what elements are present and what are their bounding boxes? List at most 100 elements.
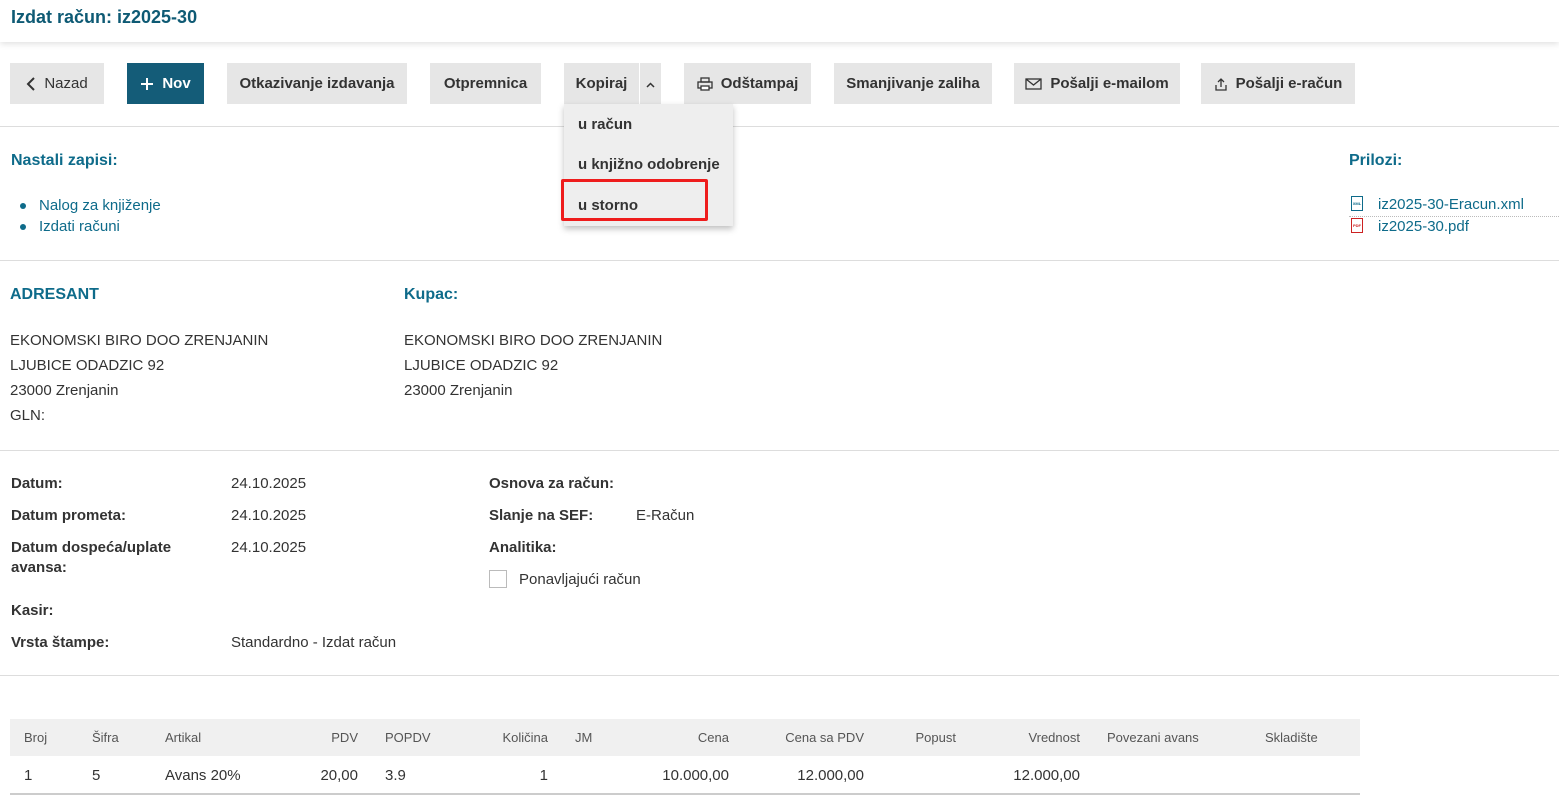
due-date-label: Datum dospeća/uplate — [11, 539, 172, 556]
buyer-city: 23000 Zrenjanin — [404, 382, 513, 399]
column-header: Popust — [915, 730, 956, 745]
records-list: Nalog za knjiženje Izdati računi — [20, 196, 161, 238]
cashier-label: Kasir: — [11, 602, 54, 619]
list-item: Izdati računi — [20, 217, 161, 238]
buyer-address: EKONOMSKI BIRO DOO ZRENJANIN LJUBICE ODA… — [404, 328, 662, 403]
print-type-value: Standardno - Izdat račun — [231, 634, 397, 651]
record-link-issued-invoices[interactable]: Izdati računi — [39, 218, 120, 235]
send-einvoice-button[interactable]: Pošalji e-račun — [1201, 63, 1355, 104]
attachment-link-xml[interactable]: iz2025-30-Eracun.xml — [1378, 196, 1524, 213]
printer-icon — [697, 76, 713, 91]
column-header: Cena sa PDV — [785, 730, 864, 745]
copy-button-label: Kopiraj — [575, 75, 628, 92]
cancel-issue-label: Otkazivanje izdavanja — [239, 75, 395, 92]
column-header: Artikal — [165, 730, 202, 745]
xml-file-icon: XML — [1351, 196, 1363, 211]
print-button-label: Odštampaj — [720, 75, 799, 92]
buyer-name: EKONOMSKI BIRO DOO ZRENJANIN — [404, 332, 663, 349]
reduce-stock-button[interactable]: Smanjivanje zaliha — [834, 63, 992, 104]
upload-icon — [1214, 77, 1228, 91]
highlight-box — [561, 179, 708, 221]
attachment-row: PDF iz2025-30.pdf — [1349, 217, 1559, 239]
column-header: Cena — [697, 730, 729, 745]
divider — [0, 675, 1559, 676]
column-header: Vrednost — [1028, 730, 1080, 745]
sender-city: 23000 Zrenjanin — [10, 382, 119, 399]
cancel-issue-button[interactable]: Otkazivanje izdavanja — [227, 63, 407, 104]
print-type-label: Vrsta štampe: — [11, 634, 110, 651]
sef-label: Slanje na SEF: — [489, 507, 594, 524]
new-button[interactable]: Nov — [127, 63, 204, 104]
cell-article: Avans 20% — [165, 767, 241, 784]
turnover-date-value: 24.10.2025 — [231, 507, 307, 524]
cell-quantity: 1 — [539, 767, 548, 784]
print-button[interactable]: Odštampaj — [684, 63, 811, 104]
sender-name: EKONOMSKI BIRO DOO ZRENJANIN — [10, 332, 269, 349]
cell-price-vat: 12.000,00 — [797, 767, 864, 784]
copy-button[interactable]: Kopiraj — [564, 63, 639, 104]
records-title: Nastali zapisi: — [11, 152, 118, 169]
due-date-value: 24.10.2025 — [231, 539, 307, 556]
page-title: Izdat račun: iz2025-30 — [11, 7, 198, 27]
sef-value: E-Račun — [636, 507, 695, 524]
column-header: JM — [575, 730, 593, 745]
pdf-file-icon: PDF — [1351, 218, 1363, 233]
page-header: Izdat račun: iz2025-30 — [0, 0, 1559, 42]
analytics-label: Analitika: — [489, 539, 557, 556]
chevron-up-icon — [646, 75, 655, 92]
sender-gln: GLN: — [10, 407, 46, 424]
cell-value: 12.000,00 — [1013, 767, 1080, 784]
new-button-label: Nov — [162, 75, 191, 92]
buyer-street: LJUBICE ODADZIC 92 — [404, 357, 559, 374]
cell-price: 10.000,00 — [662, 767, 729, 784]
sender-address: EKONOMSKI BIRO DOO ZRENJANIN LJUBICE ODA… — [10, 328, 268, 428]
sender-title: ADRESANT — [10, 286, 99, 303]
items-table: Broj Šifra Artikal PDV POPDV Količina JM… — [10, 719, 1360, 795]
back-button-label: Nazad — [44, 75, 88, 92]
copy-dropdown-toggle[interactable] — [640, 63, 661, 104]
menu-item-credit-note[interactable]: u knjižno odobrenje — [578, 156, 720, 173]
cell-number: 1 — [24, 767, 33, 784]
cell-code: 5 — [92, 767, 101, 784]
divider — [0, 126, 1559, 127]
column-header: POPDV — [385, 730, 431, 745]
buyer-title: Kupac: — [404, 286, 459, 303]
divider — [0, 450, 1559, 451]
column-header: Količina — [502, 730, 548, 745]
cell-popdv: 3.9 — [385, 767, 406, 784]
turnover-date-label: Datum prometa: — [11, 507, 127, 524]
cell-vat: 20,00 — [320, 767, 358, 784]
date-label: Datum: — [11, 475, 63, 492]
column-header: Šifra — [92, 730, 119, 745]
basis-label: Osnova za račun: — [489, 475, 615, 492]
list-item: Nalog za knjiženje — [20, 196, 161, 217]
back-button[interactable]: Nazad — [10, 63, 104, 104]
sender-street: LJUBICE ODADZIC 92 — [10, 357, 165, 374]
envelope-icon — [1025, 77, 1042, 90]
chevron-left-icon — [26, 76, 36, 91]
menu-item-invoice[interactable]: u račun — [578, 116, 632, 133]
recurring-checkbox[interactable] — [489, 570, 507, 588]
delivery-note-button[interactable]: Otpremnica — [430, 63, 541, 104]
divider — [0, 260, 1559, 261]
attachment-link-pdf[interactable]: iz2025-30.pdf — [1378, 218, 1469, 235]
due-date-label-cont: avansa: — [11, 559, 67, 576]
column-header: Povezani avans — [1107, 730, 1199, 745]
plus-icon — [140, 77, 154, 91]
column-header: PDV — [331, 730, 358, 745]
attachments-title: Prilozi: — [1349, 152, 1403, 169]
date-value: 24.10.2025 — [231, 475, 307, 492]
table-row[interactable]: 1 5 Avans 20% 20,00 3.9 1 10.000,00 12.0… — [10, 756, 1360, 795]
send-einvoice-label: Pošalji e-račun — [1235, 75, 1343, 92]
reduce-stock-label: Smanjivanje zaliha — [846, 75, 980, 92]
send-email-label: Pošalji e-mailom — [1050, 75, 1169, 92]
table-header: Broj Šifra Artikal PDV POPDV Količina JM… — [10, 719, 1360, 756]
column-header: Broj — [24, 730, 48, 745]
column-header: Skladište — [1265, 730, 1318, 745]
send-email-button[interactable]: Pošalji e-mailom — [1014, 63, 1180, 104]
record-link-posting-order[interactable]: Nalog za knjiženje — [39, 197, 161, 214]
attachments-list: XML iz2025-30-Eracun.xml PDF iz2025-30.p… — [1349, 195, 1559, 239]
attachment-row: XML iz2025-30-Eracun.xml — [1349, 195, 1559, 217]
delivery-note-label: Otpremnica — [443, 75, 528, 92]
recurring-label: Ponavljajući račun — [519, 571, 641, 588]
